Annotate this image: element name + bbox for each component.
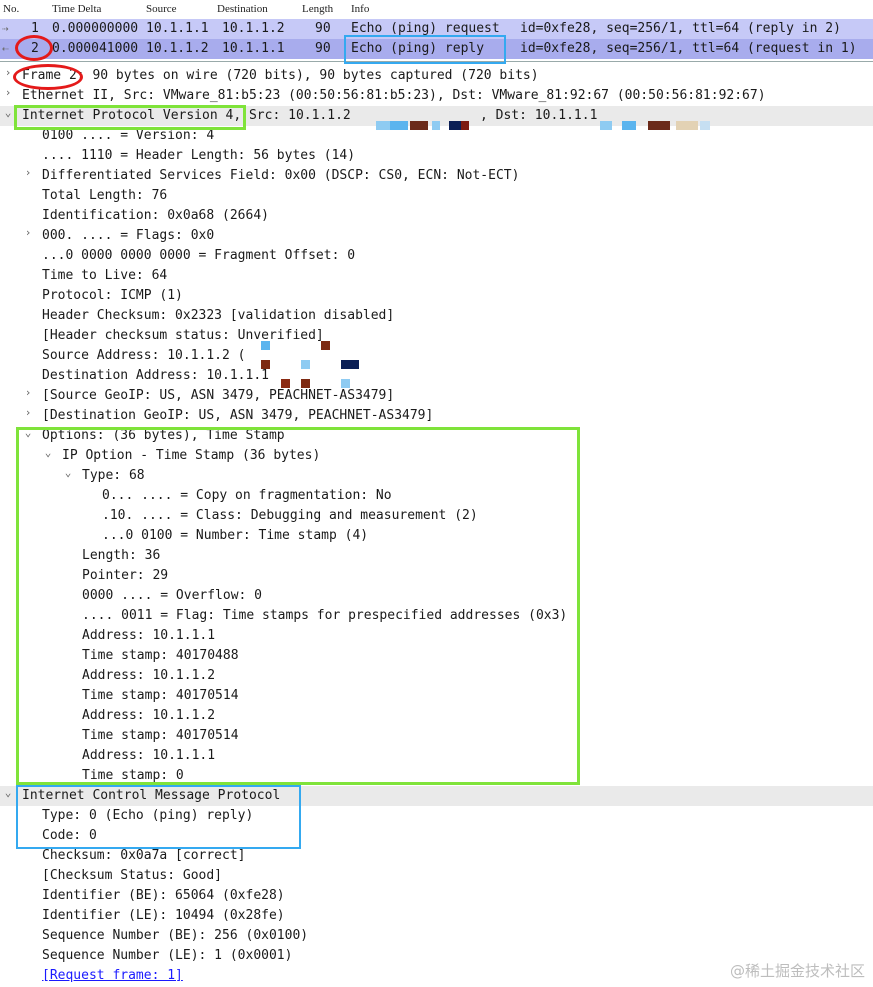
tree-item-type[interactable]: Type: 68 bbox=[82, 466, 145, 486]
col-info[interactable]: Info bbox=[351, 3, 369, 15]
collapse-arrow-icon[interactable]: ⌄ bbox=[62, 466, 74, 479]
tree-item[interactable]: .... 1110 = Header Length: 56 bytes (14) bbox=[42, 146, 355, 166]
packet-destination: 10.1.1.2 bbox=[222, 21, 285, 36]
ipv4-src: , Src: 10.1.1.2 bbox=[233, 108, 351, 123]
collapse-arrow-icon[interactable]: ⌄ bbox=[2, 786, 14, 799]
collapse-arrow-icon[interactable]: ⌄ bbox=[42, 446, 54, 459]
tree-item-icmp[interactable]: Internet Control Message Protocol bbox=[22, 786, 280, 806]
tree-item[interactable]: Time to Live: 64 bbox=[42, 266, 167, 286]
packet-list-header: No. Time Delta Source Destination Length… bbox=[0, 0, 873, 18]
ipv4-dst: , Dst: 10.1.1.1 bbox=[480, 108, 598, 123]
tree-item[interactable]: Time stamp: 40170514 bbox=[82, 686, 239, 706]
col-no[interactable]: No. bbox=[3, 3, 19, 15]
tree-item[interactable]: [Header checksum status: Unverified] bbox=[42, 326, 324, 346]
tree-item[interactable]: Total Length: 76 bbox=[42, 186, 167, 206]
tree-item[interactable]: .10. .... = Class: Debugging and measure… bbox=[102, 506, 478, 526]
packet-row-selected[interactable]: ⇠ 2 0.000041000 10.1.1.2 10.1.1.1 90 Ech… bbox=[0, 39, 873, 59]
packet-length: 90 bbox=[315, 41, 331, 56]
request-arrow-icon: ⇢ bbox=[2, 22, 9, 35]
packet-time: 0.000000000 bbox=[52, 21, 139, 36]
tree-item[interactable]: Address: 10.1.1.2 bbox=[82, 706, 215, 726]
tree-item[interactable]: Address: 10.1.1.2 bbox=[82, 666, 215, 686]
packet-row[interactable]: ⇢ 1 0.000000000 10.1.1.1 10.1.1.2 90 Ech… bbox=[0, 19, 873, 39]
watermark: @稀土掘金技术社区 bbox=[729, 962, 865, 980]
tree-item[interactable]: Header Checksum: 0x2323 [validation disa… bbox=[42, 306, 394, 326]
collapse-arrow-icon[interactable]: ⌄ bbox=[22, 426, 34, 439]
tree-item[interactable]: [Source GeoIP: US, ASN 3479, PEACHNET-AS… bbox=[42, 386, 394, 406]
packet-no: 2 bbox=[31, 41, 39, 56]
tree-item-ipv4[interactable]: Internet Protocol Version 4, Src: 10.1.1… bbox=[22, 106, 351, 126]
expand-arrow-icon[interactable]: › bbox=[22, 406, 34, 419]
packet-info-type: Echo (ping) request bbox=[351, 21, 500, 36]
collapse-arrow-icon[interactable]: ⌄ bbox=[2, 106, 14, 119]
col-destination[interactable]: Destination bbox=[217, 3, 268, 15]
tree-item-frame[interactable]: Frame 2: 90 bytes on wire (720 bits), 90… bbox=[22, 66, 539, 86]
tree-item[interactable]: Identification: 0x0a68 (2664) bbox=[42, 206, 269, 226]
tree-item[interactable]: Address: 10.1.1.1 bbox=[82, 746, 215, 766]
tree-item[interactable]: [Checksum Status: Good] bbox=[42, 866, 222, 886]
packet-info-type: Echo (ping) reply bbox=[351, 41, 485, 56]
tree-item[interactable]: ...0 0100 = Number: Time stamp (4) bbox=[102, 526, 368, 546]
tree-item[interactable]: Time stamp: 0 bbox=[82, 766, 184, 786]
tree-item[interactable]: ...0 0000 0000 0000 = Fragment Offset: 0 bbox=[42, 246, 355, 266]
frame-summary: : 90 bytes on wire (720 bits), 90 bytes … bbox=[76, 68, 539, 83]
tree-item[interactable]: Sequence Number (LE): 1 (0x0001) bbox=[42, 946, 292, 966]
frame-label: Frame 2 bbox=[22, 68, 77, 83]
expand-arrow-icon[interactable]: › bbox=[2, 66, 14, 79]
packet-list: No. Time Delta Source Destination Length… bbox=[0, 0, 873, 62]
packet-no: 1 bbox=[31, 21, 39, 36]
tree-item[interactable]: 0100 .... = Version: 4 bbox=[42, 126, 214, 146]
tree-item[interactable]: Pointer: 29 bbox=[82, 566, 168, 586]
tree-item[interactable]: 0... .... = Copy on fragmentation: No bbox=[102, 486, 392, 506]
tree-item[interactable]: Differentiated Services Field: 0x00 (DSC… bbox=[42, 166, 519, 186]
expand-arrow-icon[interactable]: › bbox=[22, 166, 34, 179]
tree-item[interactable]: Time stamp: 40170514 bbox=[82, 726, 239, 746]
packet-length: 90 bbox=[315, 21, 331, 36]
expand-arrow-icon[interactable]: › bbox=[2, 86, 14, 99]
tree-item[interactable]: Type: 0 (Echo (ping) reply) bbox=[42, 806, 253, 826]
tree-item[interactable]: Length: 36 bbox=[82, 546, 160, 566]
request-frame-link[interactable]: [Request frame: 1] bbox=[42, 966, 183, 986]
packet-destination: 10.1.1.1 bbox=[222, 41, 285, 56]
tree-item[interactable]: Time stamp: 40170488 bbox=[82, 646, 239, 666]
expand-arrow-icon[interactable]: › bbox=[22, 386, 34, 399]
ipv4-label: Internet Protocol Version 4 bbox=[22, 108, 234, 123]
tree-item[interactable]: Checksum: 0x0a7a [correct] bbox=[42, 846, 246, 866]
col-source[interactable]: Source bbox=[146, 3, 177, 15]
tree-item[interactable]: Code: 0 bbox=[42, 826, 97, 846]
packet-info-detail: id=0xfe28, seq=256/1, ttl=64 (request in… bbox=[520, 41, 857, 56]
tree-item[interactable]: .... 0011 = Flag: Time stamps for prespe… bbox=[82, 606, 567, 626]
tree-item[interactable]: 0000 .... = Overflow: 0 bbox=[82, 586, 262, 606]
col-length[interactable]: Length bbox=[302, 3, 333, 15]
packet-info-detail: id=0xfe28, seq=256/1, ttl=64 (reply in 2… bbox=[520, 21, 841, 36]
col-time-delta[interactable]: Time Delta bbox=[52, 3, 101, 15]
tree-item-ethernet[interactable]: Ethernet II, Src: VMware_81:b5:23 (00:50… bbox=[22, 86, 766, 106]
tree-item-options[interactable]: Options: (36 bytes), Time Stamp bbox=[42, 426, 285, 446]
reply-arrow-icon: ⇠ bbox=[2, 42, 9, 55]
tree-item[interactable]: Identifier (LE): 10494 (0x28fe) bbox=[42, 906, 285, 926]
tree-item[interactable]: 000. .... = Flags: 0x0 bbox=[42, 226, 214, 246]
packet-source: 10.1.1.1 bbox=[146, 21, 209, 36]
divider bbox=[0, 61, 873, 62]
packet-time: 0.000041000 bbox=[52, 41, 139, 56]
tree-item[interactable]: Address: 10.1.1.1 bbox=[82, 626, 215, 646]
tree-item[interactable]: Source Address: 10.1.1.2 ( bbox=[42, 346, 246, 366]
expand-arrow-icon[interactable]: › bbox=[22, 226, 34, 239]
tree-item[interactable]: Protocol: ICMP (1) bbox=[42, 286, 183, 306]
packet-source: 10.1.1.2 bbox=[146, 41, 209, 56]
tree-item[interactable]: Identifier (BE): 65064 (0xfe28) bbox=[42, 886, 285, 906]
tree-item[interactable]: [Destination GeoIP: US, ASN 3479, PEACHN… bbox=[42, 406, 433, 426]
tree-item[interactable]: Destination Address: 10.1.1.1 bbox=[42, 366, 269, 386]
tree-item[interactable]: Sequence Number (BE): 256 (0x0100) bbox=[42, 926, 308, 946]
tree-item-ip-option[interactable]: IP Option - Time Stamp (36 bytes) bbox=[62, 446, 320, 466]
